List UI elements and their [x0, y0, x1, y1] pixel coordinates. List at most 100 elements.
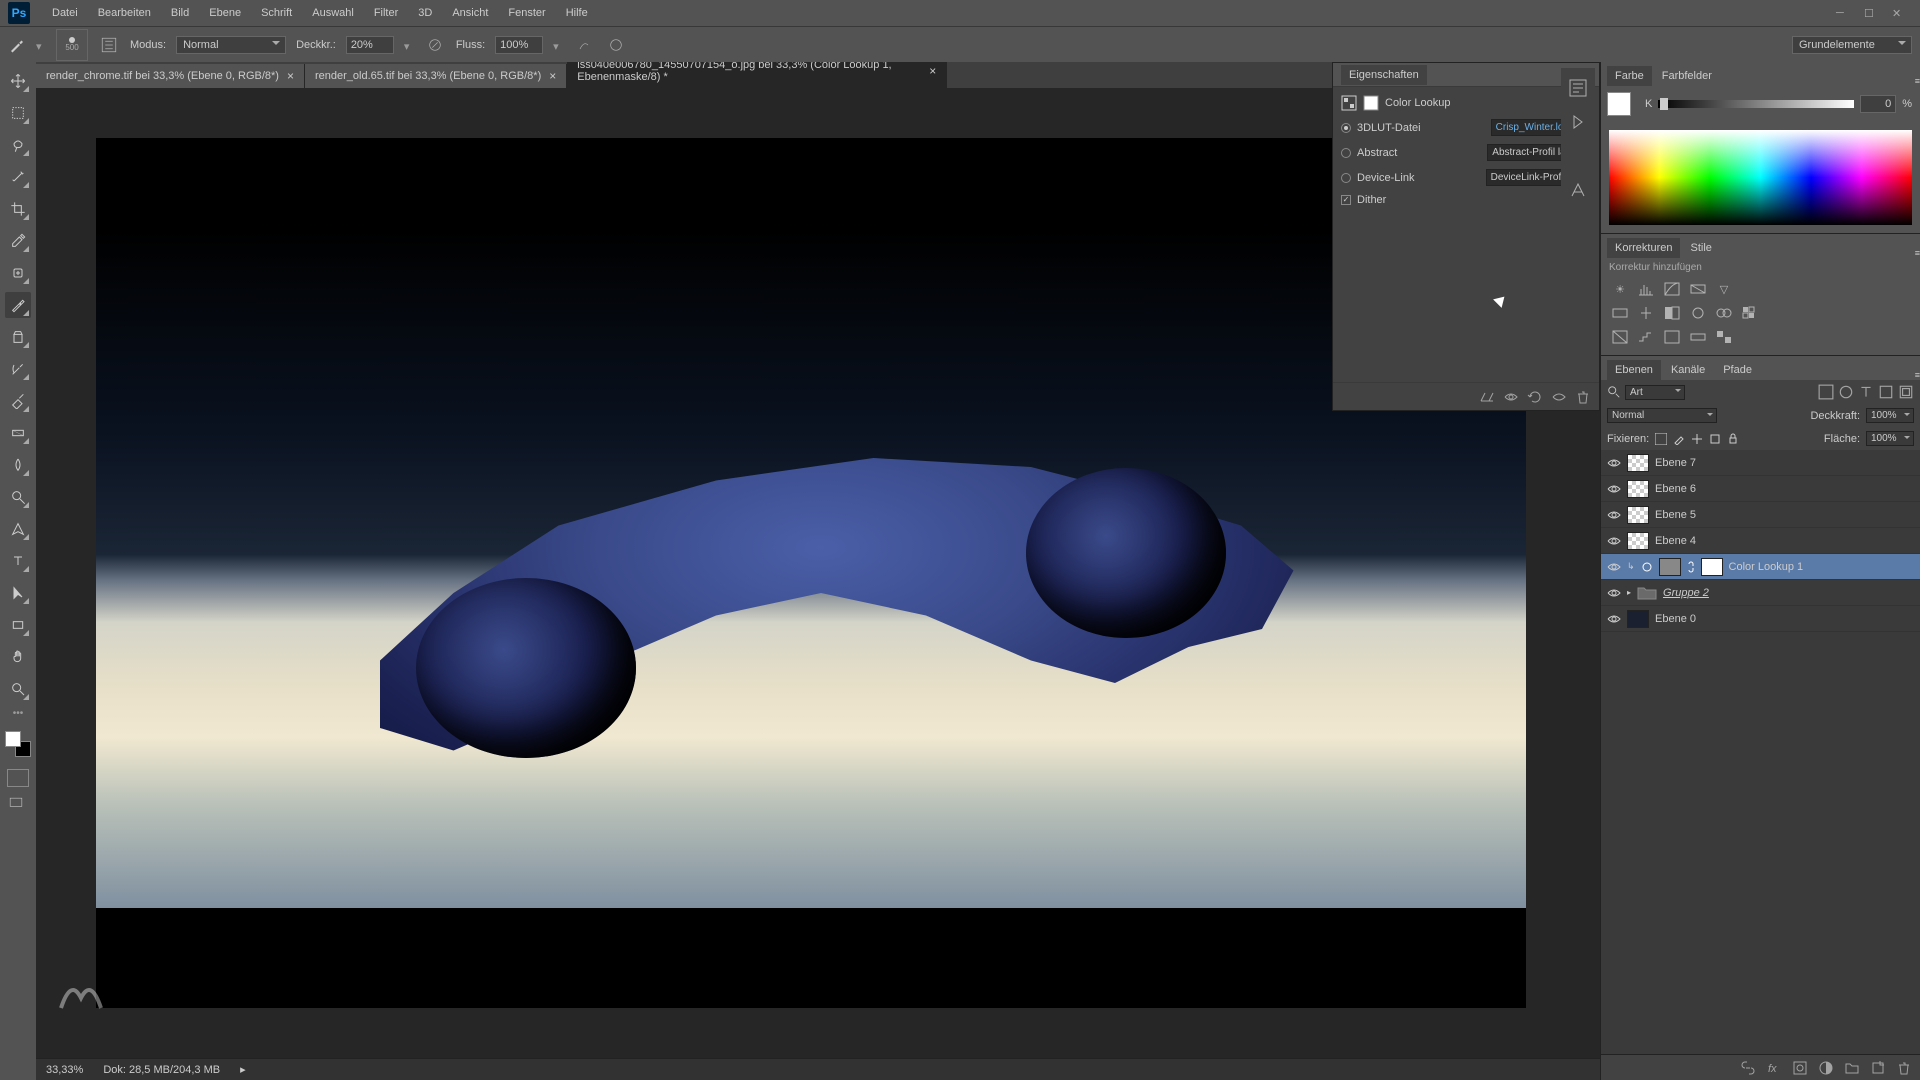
- color-swatches[interactable]: [5, 731, 31, 757]
- opacity-chevron-icon[interactable]: ▾: [404, 40, 414, 50]
- window-maximize-button[interactable]: ☐: [1864, 7, 1876, 19]
- menu-layer[interactable]: Ebene: [199, 2, 251, 24]
- color-spectrum[interactable]: [1609, 130, 1912, 225]
- layer-opacity-input[interactable]: 100%: [1866, 408, 1914, 423]
- filter-text-icon[interactable]: [1858, 384, 1874, 400]
- properties-tab[interactable]: Eigenschaften: [1341, 65, 1427, 85]
- document-tab[interactable]: render_old.65.tif bei 33,3% (Ebene 0, RG…: [305, 64, 567, 88]
- magic-wand-tool[interactable]: [5, 164, 31, 190]
- levels-icon[interactable]: [1635, 279, 1657, 299]
- foreground-color-swatch[interactable]: [5, 731, 21, 747]
- zoom-level[interactable]: 33,33%: [46, 1064, 83, 1076]
- window-minimize-button[interactable]: ─: [1836, 7, 1848, 19]
- curves-icon[interactable]: [1661, 279, 1683, 299]
- foreground-swatch[interactable]: [1607, 92, 1631, 116]
- lock-all-icon[interactable]: [1727, 433, 1739, 445]
- filter-adjust-icon[interactable]: [1838, 384, 1854, 400]
- layer-row[interactable]: Ebene 6: [1601, 476, 1920, 502]
- filter-smart-icon[interactable]: [1898, 384, 1914, 400]
- menu-type[interactable]: Schrift: [251, 2, 302, 24]
- quick-mask-button[interactable]: [7, 769, 29, 787]
- swatches-tab[interactable]: Farbfelder: [1654, 66, 1720, 86]
- hand-tool[interactable]: [5, 644, 31, 670]
- reset-icon[interactable]: [1527, 389, 1543, 405]
- channels-tab[interactable]: Kanäle: [1663, 360, 1713, 380]
- visibility-toggle[interactable]: [1607, 586, 1621, 600]
- layer-row[interactable]: Ebene 7: [1601, 450, 1920, 476]
- document-tab[interactable]: render_chrome.tif bei 33,3% (Ebene 0, RG…: [36, 64, 305, 88]
- opacity-input[interactable]: 20%: [346, 36, 394, 54]
- gradient-tool[interactable]: [5, 420, 31, 446]
- visibility-toggle[interactable]: [1607, 534, 1621, 548]
- brightness-icon[interactable]: ☀: [1609, 279, 1631, 299]
- layer-row[interactable]: ↳ Color Lookup 1: [1601, 554, 1920, 580]
- add-adjustment-icon[interactable]: [1818, 1060, 1834, 1076]
- vibrance-icon[interactable]: ▽: [1713, 279, 1735, 299]
- bw-icon[interactable]: [1661, 303, 1683, 323]
- layer-blend-dropdown[interactable]: Normal: [1607, 408, 1717, 423]
- lock-position-icon[interactable]: [1691, 433, 1703, 445]
- clone-tool[interactable]: [5, 324, 31, 350]
- k-slider[interactable]: [1658, 100, 1854, 108]
- layer-row[interactable]: Ebene 5: [1601, 502, 1920, 528]
- layer-name[interactable]: Ebene 4: [1655, 535, 1696, 547]
- rectangle-tool[interactable]: [5, 612, 31, 638]
- layer-row[interactable]: ▸ Gruppe 2: [1601, 580, 1920, 606]
- flow-chevron-icon[interactable]: ▾: [553, 40, 563, 50]
- delete-layer-icon[interactable]: [1896, 1060, 1912, 1076]
- layer-name[interactable]: Gruppe 2: [1663, 587, 1709, 599]
- link-mask-icon[interactable]: [1687, 561, 1695, 573]
- layer-row[interactable]: Ebene 0: [1601, 606, 1920, 632]
- visibility-toggle[interactable]: [1607, 456, 1621, 470]
- layer-name[interactable]: Ebene 7: [1655, 457, 1696, 469]
- visibility-toggle[interactable]: [1607, 560, 1621, 574]
- color-lookup-icon[interactable]: [1739, 303, 1761, 323]
- mask-thumbnail[interactable]: [1701, 558, 1723, 576]
- styles-tab[interactable]: Stile: [1682, 238, 1719, 258]
- crop-tool[interactable]: [5, 196, 31, 222]
- tool-preset-chevron-icon[interactable]: ▾: [36, 40, 46, 50]
- new-group-icon[interactable]: [1844, 1060, 1860, 1076]
- trash-icon[interactable]: [1575, 389, 1591, 405]
- pressure-opacity-button[interactable]: [424, 34, 446, 56]
- channel-mixer-icon[interactable]: [1713, 303, 1735, 323]
- layer-name[interactable]: Ebene 5: [1655, 509, 1696, 521]
- panel-menu-icon[interactable]: ≡: [1915, 76, 1920, 86]
- filter-pixel-icon[interactable]: [1818, 384, 1834, 400]
- history-panel-icon[interactable]: [1568, 78, 1588, 98]
- path-select-tool[interactable]: [5, 580, 31, 606]
- k-input[interactable]: 0: [1860, 95, 1896, 113]
- healing-tool[interactable]: [5, 260, 31, 286]
- group-disclosure-icon[interactable]: ▸: [1627, 588, 1631, 597]
- color-balance-icon[interactable]: [1635, 303, 1657, 323]
- dodge-tool[interactable]: [5, 484, 31, 510]
- threshold-icon[interactable]: [1661, 327, 1683, 347]
- close-icon[interactable]: ×: [287, 69, 294, 83]
- visibility-icon[interactable]: [1503, 389, 1519, 405]
- layers-tab[interactable]: Ebenen: [1607, 360, 1661, 380]
- window-close-button[interactable]: ✕: [1892, 7, 1904, 19]
- paths-tab[interactable]: Pfade: [1715, 360, 1760, 380]
- zoom-tool[interactable]: [5, 676, 31, 702]
- tool-overflow-icon[interactable]: •••: [13, 708, 24, 719]
- close-icon[interactable]: ×: [929, 64, 936, 78]
- panel-menu-icon[interactable]: ≡: [1915, 248, 1920, 258]
- document-tab[interactable]: iss040e006780_14550707154_o.jpg bei 33,3…: [567, 62, 947, 88]
- lasso-tool[interactable]: [5, 132, 31, 158]
- layer-name[interactable]: Ebene 0: [1655, 613, 1696, 625]
- panel-menu-icon[interactable]: ≡: [1915, 370, 1920, 380]
- flow-input[interactable]: 100%: [495, 36, 543, 54]
- lock-pixels-icon[interactable]: [1673, 433, 1685, 445]
- character-panel-icon[interactable]: [1568, 180, 1588, 200]
- color-tab[interactable]: Farbe: [1607, 66, 1652, 86]
- screen-mode-button[interactable]: [7, 797, 29, 815]
- layer-thumbnail[interactable]: [1627, 532, 1649, 550]
- exposure-icon[interactable]: [1687, 279, 1709, 299]
- devicelink-radio[interactable]: [1341, 173, 1351, 183]
- adjustments-tab[interactable]: Korrekturen: [1607, 238, 1680, 258]
- document-info[interactable]: Dok: 28,5 MB/204,3 MB: [103, 1064, 220, 1076]
- new-layer-icon[interactable]: [1870, 1060, 1886, 1076]
- blend-mode-dropdown[interactable]: Normal: [176, 36, 286, 54]
- dither-checkbox[interactable]: [1341, 195, 1351, 205]
- layer-thumbnail[interactable]: [1627, 454, 1649, 472]
